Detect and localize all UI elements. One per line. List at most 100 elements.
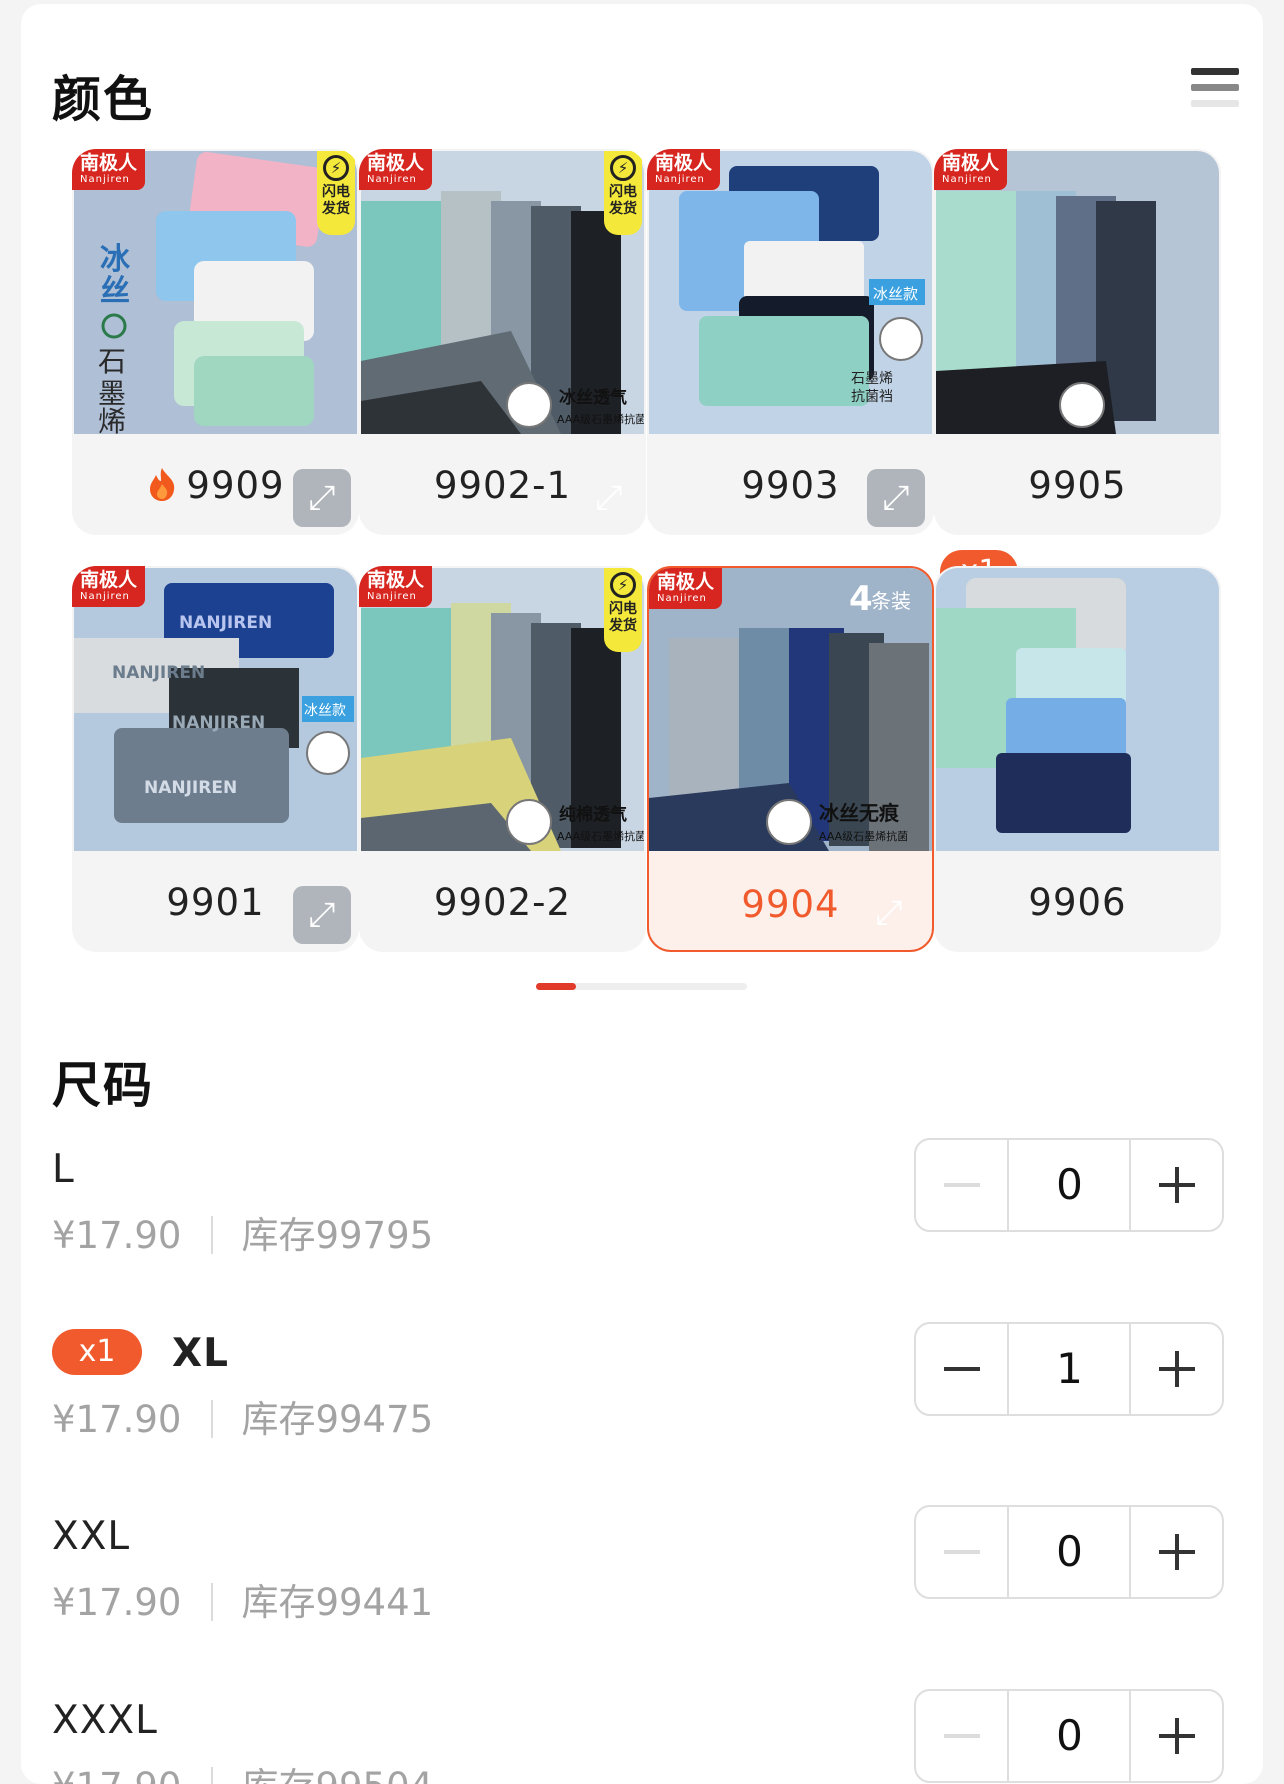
- list-view-toggle-icon[interactable]: [1191, 62, 1239, 114]
- flash-badge-text: 闪电发货: [609, 601, 637, 634]
- size-stock: 库存99441: [241, 1581, 434, 1624]
- product-thumbnail: NANJIREN NANJIREN NANJIREN NANJIREN 冰丝款: [74, 568, 357, 851]
- product-thumbnail: [936, 568, 1219, 851]
- lightning-icon: ⚡: [610, 155, 636, 181]
- brand-name: 南极人: [655, 152, 713, 174]
- svg-text:条装: 条装: [871, 589, 911, 613]
- color-label: 9909: [72, 437, 359, 535]
- increase-button[interactable]: [1129, 1324, 1222, 1414]
- color-label: 9905: [1028, 464, 1127, 507]
- color-section-title: 颜色: [52, 71, 155, 128]
- size-quantity-badge: x1: [52, 1329, 142, 1375]
- quantity-stepper: 0: [914, 1505, 1224, 1599]
- color-option-9901[interactable]: NANJIREN NANJIREN NANJIREN NANJIREN 冰丝款 …: [72, 566, 359, 952]
- minus-icon: [944, 1550, 980, 1554]
- fire-icon: [150, 468, 175, 501]
- color-option-9902-1[interactable]: 冰丝透气 AAA级石墨烯抗菌 南极人 Nanjiren ⚡ 闪电发货 ⤢ 9902-…: [359, 149, 646, 535]
- scroll-indicator-thumb: [536, 983, 576, 990]
- size-meta: ¥17.90 库存99441: [52, 1572, 433, 1626]
- plus-icon-vertical: [1175, 1718, 1179, 1754]
- flash-badge-text: 闪电发货: [322, 184, 350, 217]
- size-stock: 库存99475: [241, 1398, 434, 1441]
- quantity-value[interactable]: 0: [1009, 1140, 1130, 1230]
- svg-text:冰丝款: 冰丝款: [873, 285, 918, 303]
- svg-text:石墨烯: 石墨烯: [851, 371, 893, 387]
- size-meta: ¥17.90 库存99475: [52, 1389, 433, 1443]
- brand-sub: Nanjiren: [367, 174, 417, 185]
- size-price: ¥17.90: [52, 1398, 182, 1441]
- color-option-9902-2[interactable]: 纯棉透气 AAA级石墨烯抗菌 南极人 Nanjiren ⚡ 闪电发货 9902-2: [359, 566, 646, 952]
- decrease-button[interactable]: [916, 1507, 1009, 1597]
- size-name: L: [52, 1147, 75, 1192]
- svg-text:AAA级石墨烯抗菌: AAA级石墨烯抗菌: [819, 829, 908, 843]
- increase-button[interactable]: [1129, 1691, 1222, 1781]
- size-price: ¥17.90: [52, 1765, 181, 1784]
- minus-icon: [944, 1183, 980, 1187]
- size-row-xl: x1 XL ¥17.90 库存99475 1: [52, 1322, 1232, 1461]
- brand-name: 南极人: [80, 152, 138, 174]
- increase-button[interactable]: [1129, 1507, 1222, 1597]
- lightning-icon: ⚡: [610, 572, 636, 598]
- svg-text:冰丝透气: 冰丝透气: [559, 387, 627, 408]
- increase-button[interactable]: [1129, 1140, 1222, 1230]
- size-price: ¥17.90: [52, 1214, 182, 1257]
- svg-text:冰丝无痕: 冰丝无痕: [819, 801, 900, 825]
- flash-badge-text: 闪电发货: [609, 184, 637, 217]
- plus-icon-vertical: [1175, 1167, 1179, 1203]
- brand-name: 南极人: [367, 152, 425, 174]
- brand-sub: Nanjiren: [657, 593, 707, 604]
- size-name: XXL: [52, 1514, 131, 1559]
- svg-text:4: 4: [849, 579, 873, 619]
- brand-sub: Nanjiren: [655, 174, 705, 185]
- color-option-9909[interactable]: 冰 丝 石 墨 烯 南极人 Nanjiren ⚡ 闪电发货 ⤢ 9909: [72, 149, 359, 535]
- plus-icon-vertical: [1175, 1534, 1179, 1570]
- color-option-9903[interactable]: 冰丝款 石墨烯 抗菌裆 南极人 Nanjiren ⤢ 9903: [647, 149, 934, 535]
- size-name: XL: [172, 1331, 229, 1376]
- size-stock: 库存99504: [241, 1765, 433, 1784]
- svg-text:纯棉透气: 纯棉透气: [559, 804, 627, 825]
- quantity-stepper: 1: [914, 1322, 1224, 1416]
- color-label: 9906: [1028, 881, 1127, 924]
- color-option-9905[interactable]: 南极人 Nanjiren 9905: [934, 149, 1221, 535]
- color-options-grid: 冰 丝 石 墨 烯 南极人 Nanjiren ⚡ 闪电发货 ⤢ 9909 冰丝透…: [51, 149, 1255, 959]
- color-code: 9909: [186, 464, 285, 507]
- color-option-9904[interactable]: 4 条装 冰丝无痕 AAA级石墨烯抗菌 南极人 Nanjiren ⤢ 9904: [647, 566, 934, 952]
- product-thumbnail: 冰 丝 石 墨 烯: [74, 151, 357, 434]
- decrease-button[interactable]: [916, 1140, 1009, 1230]
- color-option-9906[interactable]: 9906: [934, 566, 1221, 952]
- brand-name: 南极人: [80, 569, 138, 591]
- color-label: 9904: [741, 883, 840, 926]
- brand-name: 南极人: [657, 571, 715, 593]
- brand-sub: Nanjiren: [367, 591, 417, 602]
- brand-tag: 南极人 Nanjiren: [359, 149, 433, 190]
- brand-name: 南极人: [367, 569, 425, 591]
- size-price: ¥17.90: [52, 1581, 182, 1624]
- quantity-value[interactable]: 0: [1009, 1691, 1130, 1781]
- product-thumbnail: 4 条装 冰丝无痕 AAA级石墨烯抗菌: [649, 568, 932, 851]
- color-label: 9902-2: [433, 881, 572, 924]
- lightning-icon: ⚡: [323, 155, 349, 181]
- quantity-value[interactable]: 1: [1009, 1324, 1130, 1414]
- svg-text:NANJIREN: NANJIREN: [179, 613, 272, 633]
- size-meta: ¥17.90 库存99795: [52, 1205, 433, 1259]
- size-meta: ¥17.90 库存99504: [52, 1756, 433, 1784]
- flash-delivery-badge: ⚡ 闪电发货: [317, 151, 355, 235]
- quantity-stepper: 0: [914, 1138, 1224, 1232]
- decrease-button[interactable]: [916, 1691, 1009, 1781]
- flash-delivery-badge: ⚡ 闪电发货: [604, 151, 642, 235]
- svg-text:石: 石: [98, 345, 126, 378]
- product-thumbnail: 冰丝款 石墨烯 抗菌裆: [649, 151, 932, 434]
- svg-text:NANJIREN: NANJIREN: [144, 778, 237, 798]
- svg-text:烯: 烯: [98, 405, 126, 434]
- quantity-value[interactable]: 0: [1009, 1507, 1130, 1597]
- brand-tag: 南极人 Nanjiren: [649, 568, 723, 609]
- flash-delivery-badge: ⚡ 闪电发货: [604, 568, 642, 652]
- svg-text:NANJIREN: NANJIREN: [112, 663, 205, 683]
- brand-sub: Nanjiren: [942, 174, 992, 185]
- svg-text:AAA级石墨烯抗菌: AAA级石墨烯抗菌: [557, 829, 644, 843]
- brand-sub: Nanjiren: [80, 591, 130, 602]
- svg-text:冰: 冰: [100, 242, 131, 277]
- size-row-l: L ¥17.90 库存99795 0: [52, 1138, 1232, 1277]
- brand-tag: 南极人 Nanjiren: [934, 149, 1008, 190]
- decrease-button[interactable]: [916, 1324, 1009, 1414]
